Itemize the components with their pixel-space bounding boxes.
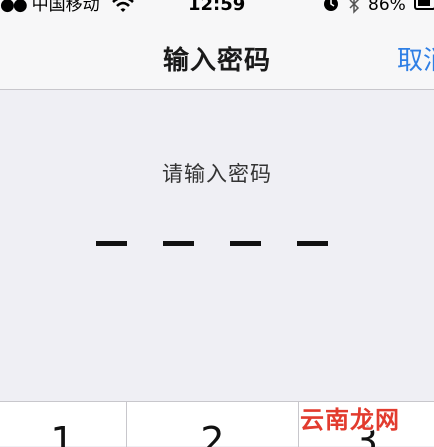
signal-dots-icon: ●●	[0, 0, 28, 15]
pin-slot	[96, 241, 127, 246]
battery-fill	[418, 0, 431, 6]
key-2[interactable]: 2	[126, 402, 299, 447]
pin-slot	[230, 241, 261, 246]
page-title: 输入密码	[162, 46, 271, 76]
status-bar: ●● 中国移动 12:59 86%	[0, 0, 434, 22]
wifi-icon	[112, 0, 134, 12]
bluetooth-icon	[349, 0, 360, 14]
key-1[interactable]: 1	[0, 402, 125, 447]
password-prompt: 请输入密码	[162, 162, 272, 186]
watermark-logo: 云南龙网	[300, 406, 400, 434]
status-time: 12:59	[188, 0, 246, 15]
pin-entry	[96, 241, 336, 247]
battery-icon	[414, 0, 434, 10]
pin-slot	[163, 241, 194, 246]
alarm-icon	[324, 0, 338, 11]
carrier: ●● 中国移动	[0, 0, 100, 15]
navigation-bar: 输入密码 取消	[0, 22, 434, 90]
cancel-button[interactable]: 取消	[397, 40, 434, 77]
battery-percent: 86%	[368, 0, 406, 15]
carrier-name: 中国移动	[31, 0, 100, 15]
pin-slot	[297, 241, 328, 246]
